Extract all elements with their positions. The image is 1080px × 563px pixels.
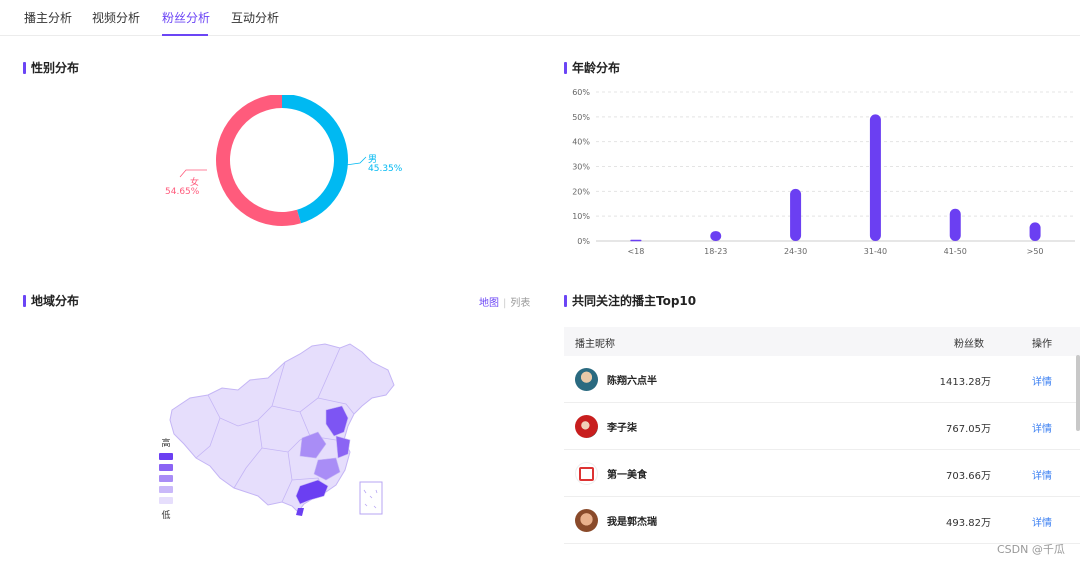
x-tick-label: 18-23 [704,247,727,256]
age-bar[interactable] [1029,222,1041,241]
avatar [575,368,598,391]
age-bar[interactable] [869,114,881,241]
donut-segment-female[interactable] [216,95,302,226]
detail-link[interactable]: 详情 [1032,420,1052,435]
legend-swatch [159,486,173,493]
table-header: 播主昵称 粉丝数 操作 [564,327,1080,356]
gender-donut-chart: 女 54.65% 男 45.35% [165,95,403,226]
age-bar[interactable] [790,188,802,241]
tab-streamer-analysis[interactable]: 播主分析 [24,9,72,26]
streamer-name: 李子柒 [607,423,637,434]
col-name-header: 播主昵称 [575,339,615,350]
age-bar[interactable] [710,231,722,241]
fans-count: 767.05万 [946,424,991,435]
x-tick-label: 31-40 [864,247,887,256]
avatar [575,415,598,438]
list-view-toggle[interactable]: 列表 [510,298,530,309]
y-tick-label: 60% [572,88,590,97]
table-row: 第一美食 703.66万 详情 [564,450,1080,497]
y-tick-label: 0% [577,237,590,246]
age-bar[interactable] [630,239,642,242]
table-row: 李子柒 767.05万 详情 [564,403,1080,450]
detail-link[interactable]: 详情 [1032,514,1052,529]
female-value: 54.65% [165,187,200,197]
active-tab-indicator [162,34,208,36]
streamer-name: 陈翔六点半 [607,376,657,387]
avatar [575,462,598,485]
region-view-switch: 地图 | 列表 [479,298,531,309]
col-fans-header: 粉丝数 [954,339,984,350]
x-tick-label: <18 [627,247,644,256]
watermark: CSDN @千瓜 [997,543,1065,556]
legend-low-label: 低 [161,511,171,521]
fans-count: 703.66万 [946,471,991,482]
legend-swatch [159,475,173,482]
map-legend: 高 低 [158,436,174,521]
top10-section-title: 共同关注的播主Top10 [564,294,696,308]
gender-section-title: 性别分布 [23,61,79,75]
table-row: 我是郭杰瑞 493.82万 详情 [564,497,1080,544]
y-tick-label: 40% [572,138,590,147]
legend-swatch [159,497,173,504]
streamer-name: 我是郭杰瑞 [607,517,657,528]
y-tick-label: 10% [572,212,590,221]
y-tick-label: 30% [572,163,590,172]
legend-high-label: 高 [161,439,171,449]
china-map [169,343,395,516]
table-scrollbar[interactable] [1076,355,1080,431]
region-section-title: 地域分布 [23,294,79,308]
x-tick-label: >50 [1027,247,1044,256]
tab-video-analysis[interactable]: 视频分析 [92,9,140,26]
legend-swatch [159,453,173,460]
streamer-name: 第一美食 [607,470,647,481]
donut-segment-male[interactable] [282,95,348,224]
detail-link[interactable]: 详情 [1032,467,1052,482]
avatar [575,509,598,532]
x-tick-label: 41-50 [944,247,967,256]
tab-fans-analysis[interactable]: 粉丝分析 [162,9,210,26]
age-bar-chart: 0% 10% 20% 30% 40% 50% 60% <18 18-23 24-30 31-40 41… [572,88,1075,256]
map-view-toggle[interactable]: 地图 [479,298,499,309]
tab-interaction-analysis[interactable]: 互动分析 [231,9,279,26]
table-row: 陈翔六点半 1413.28万 详情 [564,356,1080,403]
fans-count: 493.82万 [946,518,991,529]
fans-count: 1413.28万 [939,377,991,388]
x-tick-label: 24-30 [784,247,807,256]
y-tick-label: 20% [572,187,590,196]
col-action-header: 操作 [1032,339,1052,350]
age-bar[interactable] [949,208,961,241]
tab-bar: 播主分析 视频分析 粉丝分析 互动分析 [0,0,1080,36]
inset-islands [363,489,378,509]
male-leader-line [345,156,367,166]
top10-table: 播主昵称 粉丝数 操作 陈翔六点半 1413.28万 详情 李子柒 767.05… [564,327,1080,544]
y-tick-label: 50% [572,113,590,122]
south-china-sea-inset [359,481,383,515]
male-value: 45.35% [368,164,403,174]
age-section-title: 年龄分布 [564,61,620,75]
female-leader-line [179,169,207,178]
detail-link[interactable]: 详情 [1032,373,1052,388]
legend-swatch [159,464,173,471]
